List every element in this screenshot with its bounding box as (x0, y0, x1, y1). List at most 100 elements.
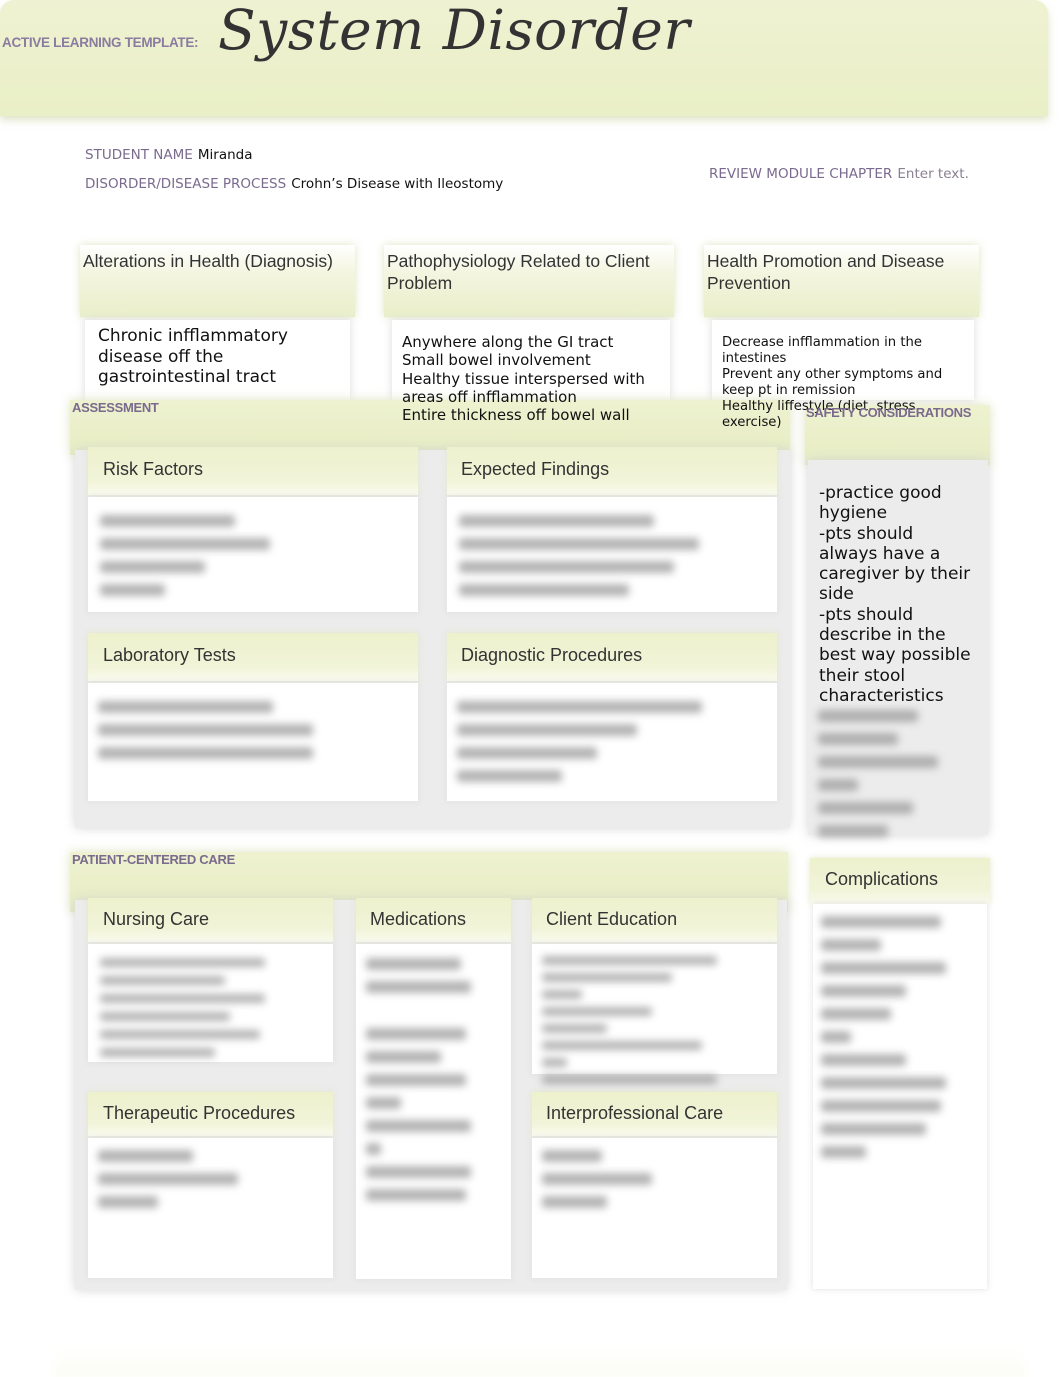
blurred-text (459, 584, 629, 596)
footer-band (55, 1345, 1025, 1377)
health-promotion-line: intestines (722, 351, 787, 367)
diagnosis-line: Chronic infflammatory (98, 326, 288, 346)
pathophysiology-line: Small bowel involvement (402, 351, 591, 370)
safety-line: describe in the (819, 625, 946, 646)
blurred-text (818, 710, 918, 722)
blurred-text (366, 958, 461, 970)
blurred-text (821, 1054, 906, 1066)
pathophysiology-line: Healthy tissue interspersed with (402, 369, 645, 388)
diagnosis-line: disease off the (98, 346, 224, 367)
blurred-text (100, 976, 225, 985)
blurred-text (98, 747, 313, 759)
blurred-text (366, 1028, 466, 1040)
blurred-text (821, 1100, 941, 1112)
safety-line: -pts should (819, 523, 914, 544)
blurred-text (100, 561, 205, 573)
health-promotion-line: keep pt in remission (722, 383, 856, 399)
blurred-text (100, 994, 265, 1003)
complications-body[interactable] (813, 904, 987, 1289)
patient-care-label: PATIENT-CENTERED CARE (72, 852, 235, 867)
blurred-text (821, 1146, 866, 1158)
diagnosis-content: Chronic infflammatory disease off the ga… (98, 326, 288, 388)
blurred-text (821, 939, 881, 951)
pathophysiology-line: Anywhere along the GI tract (402, 333, 614, 351)
blurred-text (542, 1196, 607, 1208)
nursing-care-body[interactable] (88, 944, 333, 1062)
blurred-text (366, 981, 471, 993)
review-module-label: REVIEW MODULE CHAPTER (709, 166, 893, 182)
blurred-text (457, 747, 597, 759)
health-promotion-line: Decrease infflammation in the (722, 335, 922, 350)
review-module-input[interactable]: Enter text. (897, 166, 968, 182)
blurred-text (98, 1196, 158, 1208)
interprofessional-care-body[interactable] (532, 1138, 777, 1278)
blurred-text (821, 962, 946, 974)
risk-factors-title: Risk Factors (103, 459, 204, 479)
blurred-text (100, 584, 165, 596)
student-name-value[interactable]: Miranda (198, 147, 253, 163)
blurred-text (818, 825, 888, 837)
safety-line: caregiver by their (819, 564, 971, 585)
blurred-text (457, 701, 702, 713)
laboratory-tests-body[interactable] (88, 683, 418, 801)
nursing-care-title: Nursing Care (103, 909, 210, 929)
pathophysiology-title: Pathophysiology Related to Client Proble… (387, 251, 650, 293)
safety-line: hygiene (819, 503, 888, 524)
safety-line: side (819, 584, 854, 605)
blurred-text (821, 916, 941, 928)
safety-content[interactable]: -practice good hygiene -pts should alway… (819, 483, 989, 706)
blurred-text (818, 802, 913, 814)
disorder-field: DISORDER/DISEASE PROCESS Crohn’s Disease… (85, 173, 503, 192)
risk-factors-body[interactable] (88, 497, 418, 612)
student-name-label: STUDENT NAME (85, 147, 193, 163)
pathophysiology-line: Entire thickness off bowel wall (402, 406, 630, 425)
blurred-text (818, 756, 938, 768)
blurred-text (366, 1120, 471, 1132)
blurred-text (100, 1030, 260, 1039)
expected-findings-title: Expected Findings (461, 459, 610, 479)
blurred-text (821, 1077, 946, 1089)
blurred-text (366, 1189, 466, 1201)
health-promotion-line: Prevent any other symptoms and (722, 367, 943, 383)
diagnosis-line: gastrointestinal tract (98, 367, 277, 387)
safety-blurred-content (818, 710, 958, 848)
diagnostic-procedures-body[interactable] (447, 683, 777, 801)
client-education-body[interactable] (532, 944, 777, 1084)
blurred-text (457, 770, 562, 782)
blurred-text (100, 958, 265, 967)
client-education-title: Client Education (546, 909, 678, 929)
blurred-text (542, 1150, 602, 1162)
diagnosis-title: Alterations in Health (Diagnosis) (83, 251, 333, 271)
blurred-text (542, 1041, 702, 1050)
blurred-text (821, 1123, 926, 1135)
expected-findings-body[interactable] (447, 497, 777, 612)
blurred-text (98, 1173, 238, 1185)
blurred-text (542, 1007, 652, 1016)
safety-line: -practice good (819, 483, 942, 503)
therapeutic-procedures-title: Therapeutic Procedures (103, 1103, 296, 1123)
blurred-text (100, 515, 235, 527)
health-promotion-title: Health Promotion and Disease Prevention (707, 251, 945, 293)
blurred-text (366, 1074, 466, 1086)
disorder-label: DISORDER/DISEASE PROCESS (85, 176, 287, 192)
blurred-text (98, 724, 313, 736)
safety-line: always have a (819, 543, 941, 564)
disorder-value[interactable]: Crohn’s Disease with Ileostomy (291, 176, 503, 192)
safety-line: best way possible (819, 645, 971, 666)
therapeutic-procedures-body[interactable] (88, 1138, 333, 1278)
blurred-text (98, 701, 273, 713)
blurred-text (100, 1012, 230, 1021)
assessment-label: ASSESSMENT (72, 400, 159, 415)
blurred-text (459, 561, 674, 573)
blurred-text (366, 1143, 381, 1155)
blurred-text (818, 779, 858, 791)
safety-label: SAFETY CONSIDERATIONS (806, 405, 972, 420)
complications-title: Complications (825, 869, 939, 889)
blurred-text (457, 724, 637, 736)
interprofessional-care-title: Interprofessional Care (546, 1103, 724, 1123)
safety-line: -pts should (819, 604, 914, 625)
blurred-text (818, 733, 898, 745)
blurred-text (542, 1024, 607, 1033)
blurred-text (542, 973, 672, 982)
medications-body[interactable] (356, 944, 511, 1279)
